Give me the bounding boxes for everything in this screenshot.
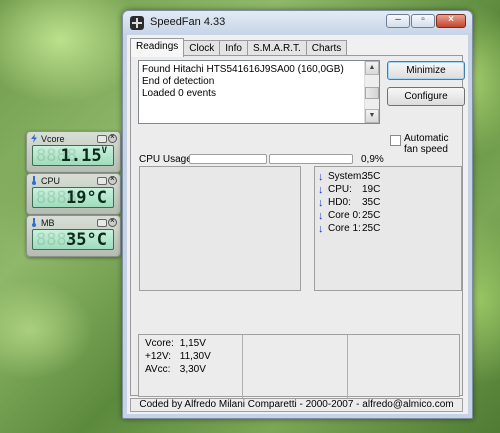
fan-speeds-box bbox=[139, 166, 301, 291]
thermometer-icon bbox=[30, 176, 38, 185]
gadget-header: CPU bbox=[30, 174, 117, 186]
lcd-display: 8888 1.15V bbox=[32, 145, 114, 166]
window-client-area: Readings Clock Info S.M.A.R.T. Charts Fo… bbox=[127, 35, 468, 414]
gadget-options-button[interactable] bbox=[97, 176, 107, 185]
lcd-value: 19 bbox=[66, 188, 87, 208]
tab-charts[interactable]: Charts bbox=[305, 40, 348, 56]
temperature-row: ↓ CPU: 19C bbox=[318, 183, 380, 196]
cpu-gadget[interactable]: CPU 8888 19°C bbox=[26, 173, 121, 215]
log-line: Loaded 0 events bbox=[142, 88, 216, 99]
window-minimize-button[interactable]: – bbox=[386, 14, 410, 28]
log-line: Found Hitachi HTS541616J9SA00 (160,0GB) bbox=[142, 64, 344, 75]
temperature-label: CPU: bbox=[328, 184, 352, 195]
voltage-value: 1,15V bbox=[179, 338, 206, 349]
gadget-close-button[interactable] bbox=[108, 216, 117, 227]
tab-smart[interactable]: S.M.A.R.T. bbox=[246, 40, 307, 56]
arrow-down-icon: ↓ bbox=[318, 170, 324, 183]
gadget-label: MB bbox=[41, 217, 55, 228]
lcd-unit: °C bbox=[86, 230, 107, 250]
tab-info[interactable]: Info bbox=[219, 40, 248, 56]
temperature-value: 19C bbox=[362, 184, 381, 195]
temperatures-box: ↓ System: 35C ↓ CPU: 19C ↓ HD0: 35C ↓ Co… bbox=[314, 166, 462, 291]
temperature-row: ↓ Core 1: 25C bbox=[318, 222, 380, 235]
voltage-row: Vcore: 1,15V bbox=[145, 338, 206, 349]
temperature-row: ↓ Core 0: 25C bbox=[318, 209, 380, 222]
scroll-up-icon[interactable]: ▲ bbox=[365, 61, 379, 75]
voltage-value: 3,30V bbox=[179, 364, 206, 375]
lcd-display: 8888 19°C bbox=[32, 187, 114, 208]
lcd-display: 8888 35°C bbox=[32, 229, 114, 250]
arrow-down-icon: ↓ bbox=[318, 196, 324, 209]
cpu-usage-bar-core1 bbox=[269, 154, 353, 164]
temperature-label: HD0: bbox=[328, 197, 351, 208]
gadget-label: CPU bbox=[41, 175, 61, 186]
minimize-button[interactable]: Minimize bbox=[387, 61, 465, 80]
arrow-down-icon: ↓ bbox=[318, 183, 324, 196]
window-title: SpeedFan 4.33 bbox=[150, 16, 226, 28]
temperature-row: ↓ System: 35C bbox=[318, 170, 380, 183]
gadget-options-button[interactable] bbox=[97, 134, 107, 143]
voltage-row: AVcc: 3,30V bbox=[145, 364, 206, 375]
divider bbox=[347, 335, 348, 398]
window-close-button[interactable]: × bbox=[436, 14, 466, 28]
event-log[interactable]: Found Hitachi HTS541616J9SA00 (160,0GB) … bbox=[138, 60, 380, 124]
speedfan-app-icon[interactable] bbox=[130, 16, 144, 30]
temperature-label: System: bbox=[328, 171, 365, 182]
log-line: End of detection bbox=[142, 76, 215, 87]
log-lines: Found Hitachi HTS541616J9SA00 (160,0GB) … bbox=[142, 64, 344, 100]
voltages-panel: Vcore: 1,15V +12V: 11,30V AVcc: 3,30V bbox=[138, 334, 460, 398]
cpu-usage-bar-core0 bbox=[189, 154, 267, 164]
gadget-header: MB bbox=[30, 216, 117, 228]
voltage-label: Vcore: bbox=[145, 338, 174, 349]
temperature-value: 25C bbox=[362, 223, 381, 234]
divider bbox=[242, 335, 243, 398]
scroll-thumb[interactable] bbox=[365, 87, 379, 99]
speedfan-window: SpeedFan 4.33 – ▫ × Readings Clock Info … bbox=[122, 10, 473, 419]
temperature-value: 35C bbox=[362, 171, 381, 182]
automatic-fan-speed-checkbox[interactable] bbox=[390, 135, 401, 146]
lightning-icon bbox=[30, 134, 38, 143]
scroll-down-icon[interactable]: ▼ bbox=[365, 109, 379, 123]
gadget-header: Vcore bbox=[30, 132, 117, 144]
voltage-label: +12V: bbox=[145, 351, 172, 362]
status-bar: Coded by Alfredo Milani Comparetti - 200… bbox=[130, 398, 463, 412]
tab-strip: Readings Clock Info S.M.A.R.T. Charts bbox=[130, 38, 348, 57]
mb-gadget[interactable]: MB 8888 35°C bbox=[26, 215, 121, 257]
gadget-close-button[interactable] bbox=[108, 132, 117, 143]
gadget-options-button[interactable] bbox=[97, 218, 107, 227]
window-maximize-button[interactable]: ▫ bbox=[411, 14, 435, 28]
arrow-down-icon: ↓ bbox=[318, 222, 324, 235]
title-bar[interactable]: SpeedFan 4.33 – ▫ × bbox=[123, 11, 472, 35]
lcd-value: 35 bbox=[66, 230, 87, 250]
lcd-value: 1.15 bbox=[60, 146, 102, 166]
temperature-label: Core 0: bbox=[328, 210, 361, 221]
cpu-usage-percent: 0,9% bbox=[361, 154, 384, 165]
voltage-row: +12V: 11,30V bbox=[145, 351, 211, 362]
cpu-usage-label: CPU Usage bbox=[139, 154, 192, 165]
arrow-down-icon: ↓ bbox=[318, 209, 324, 222]
automatic-fan-speed-label: Automatic fan speed bbox=[404, 133, 449, 155]
voltage-label: AVcc: bbox=[145, 364, 171, 375]
tab-clock[interactable]: Clock bbox=[183, 40, 221, 56]
voltage-value: 11,30V bbox=[179, 351, 211, 362]
temperature-value: 35C bbox=[362, 197, 381, 208]
gadget-close-button[interactable] bbox=[108, 174, 117, 185]
temperature-label: Core 1: bbox=[328, 223, 361, 234]
gadget-label: Vcore bbox=[41, 133, 65, 144]
temperature-value: 25C bbox=[362, 210, 381, 221]
vcore-gadget[interactable]: Vcore 8888 1.15V bbox=[26, 131, 121, 173]
tab-readings[interactable]: Readings bbox=[130, 38, 185, 57]
lcd-unit: V bbox=[101, 146, 107, 156]
temperature-row: ↓ HD0: 35C bbox=[318, 196, 380, 209]
lcd-unit: °C bbox=[86, 188, 107, 208]
log-scrollbar[interactable]: ▲ ▼ bbox=[364, 61, 379, 123]
thermometer-icon bbox=[30, 218, 38, 227]
configure-button[interactable]: Configure bbox=[387, 87, 465, 106]
